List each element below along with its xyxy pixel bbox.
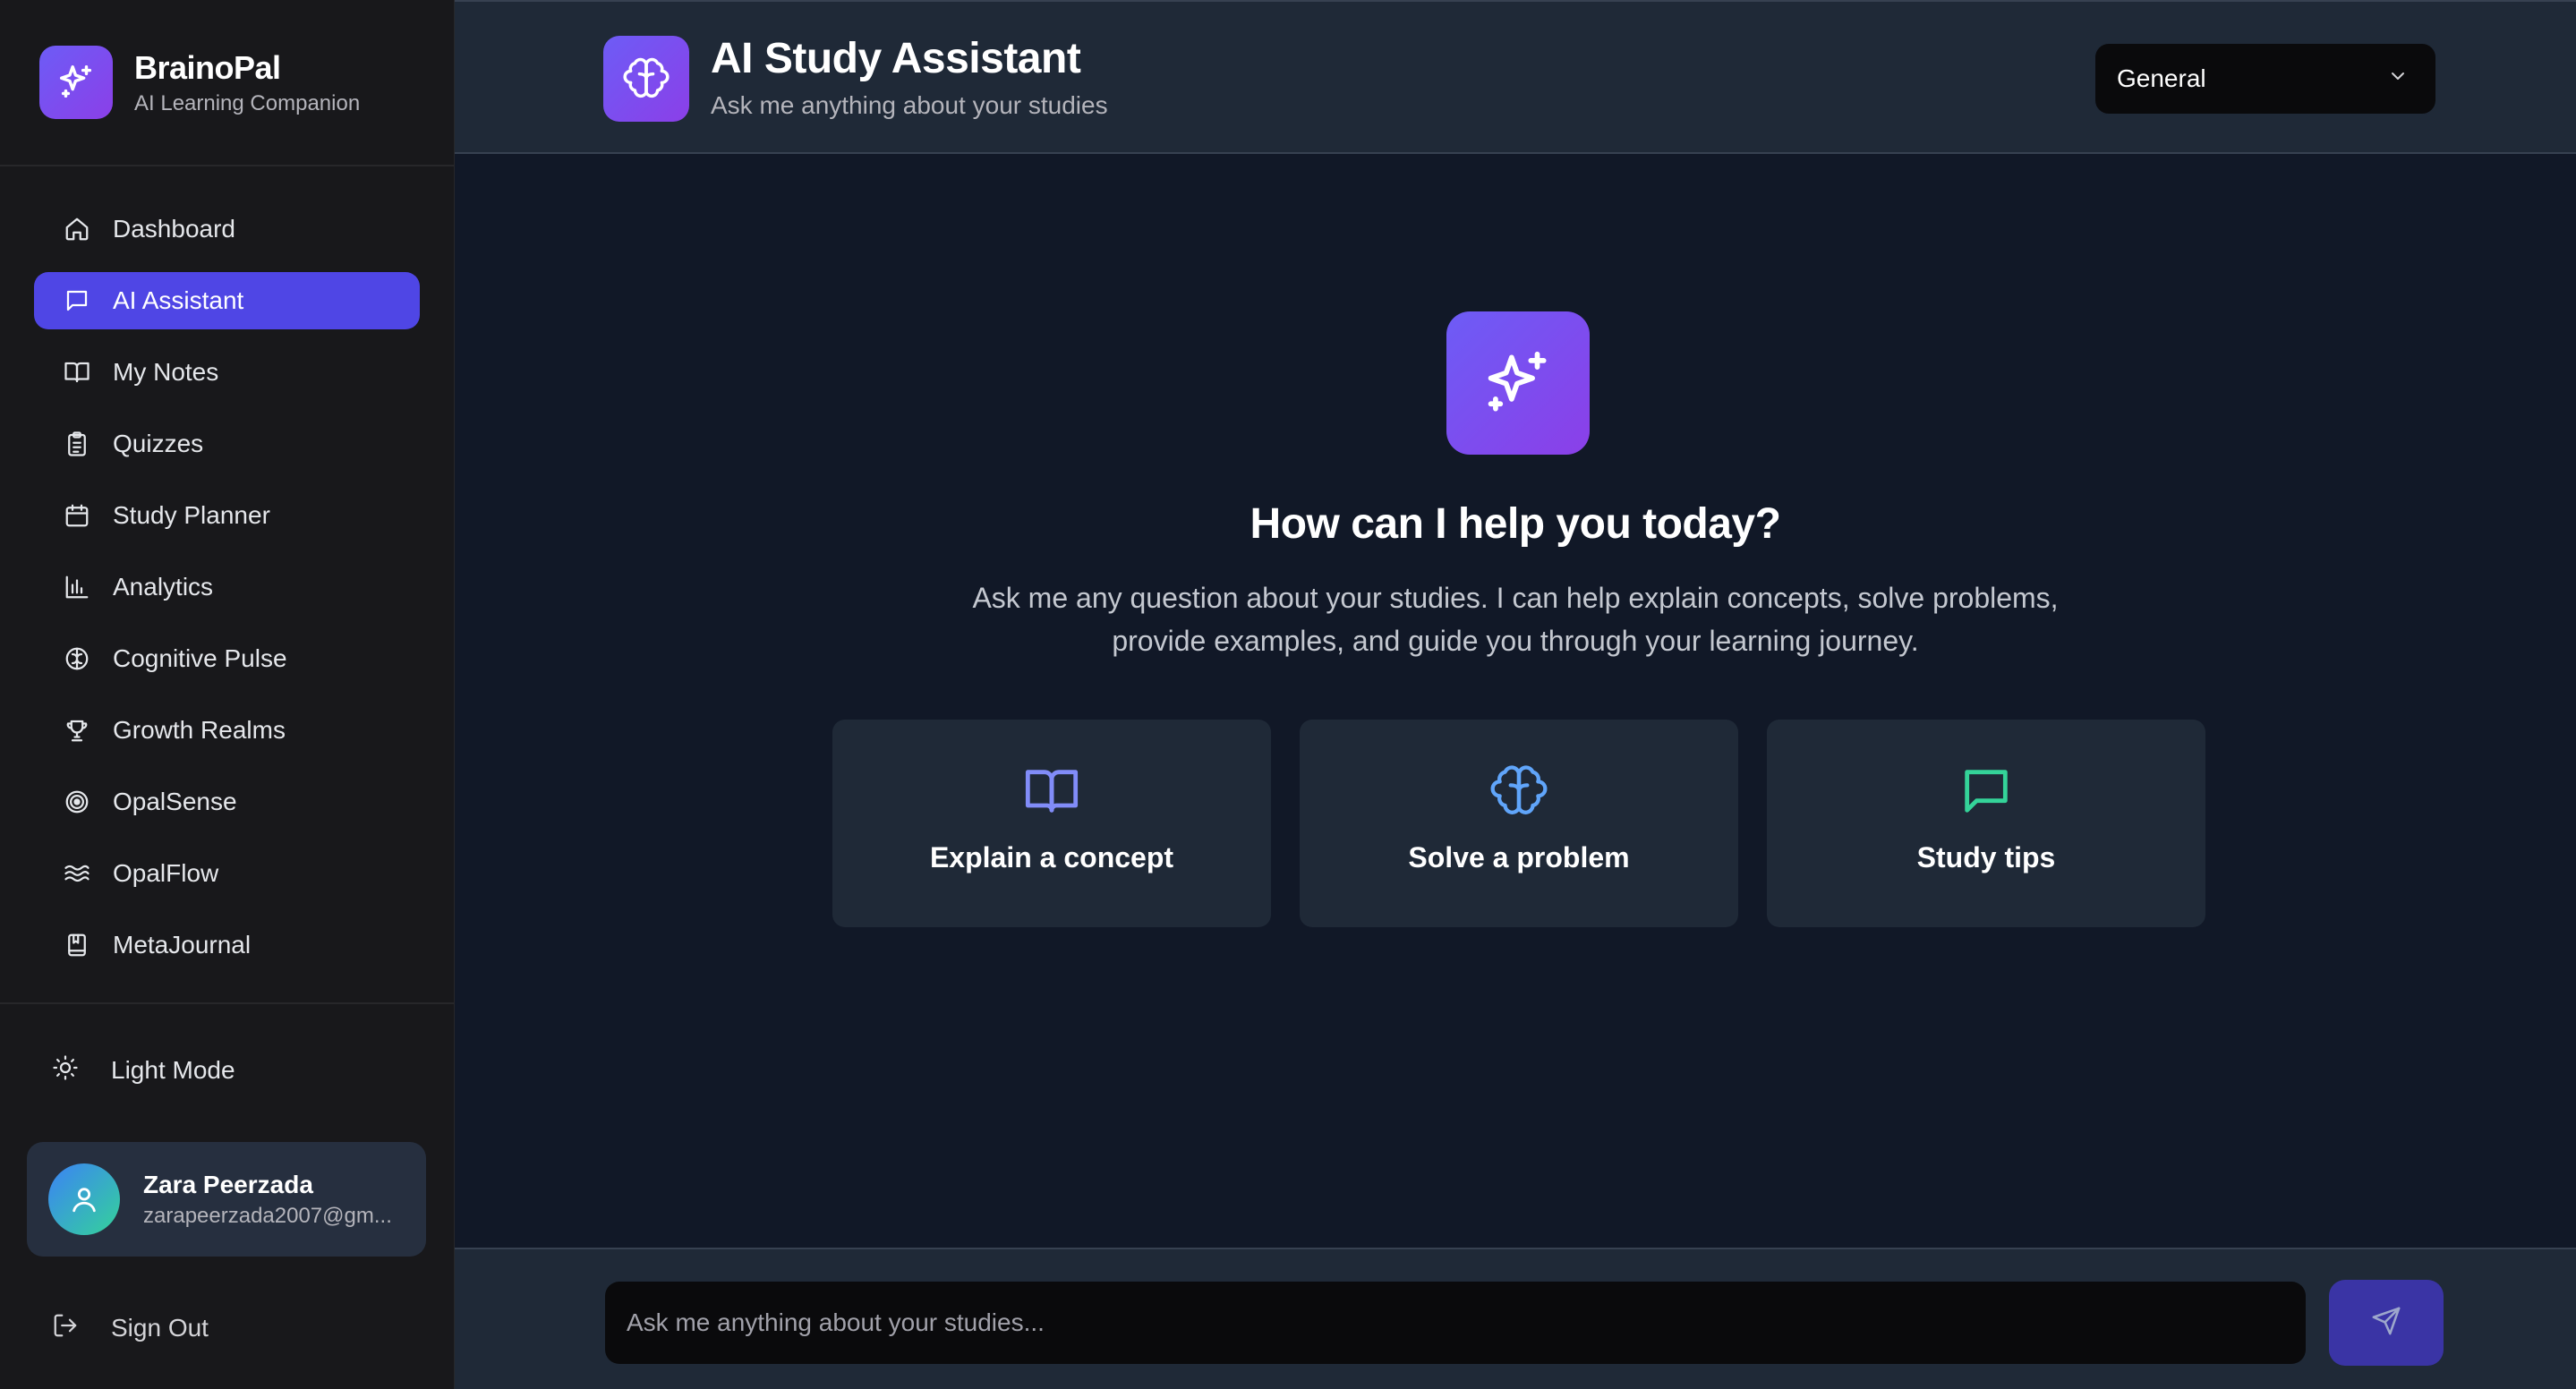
sidebar-item-label: My Notes [113, 358, 219, 386]
chat-composer [455, 1248, 2576, 1389]
sidebar-item-label: Quizzes [113, 430, 204, 457]
brain-icon [603, 36, 689, 122]
header-bar: AI Study Assistant Ask me anything about… [455, 0, 2576, 154]
sidebar-item-metajournal[interactable]: MetaJournal [34, 916, 420, 974]
waves-icon [61, 857, 93, 890]
sidebar-item-opalsense[interactable]: OpalSense [34, 773, 420, 831]
light-mode-label: Light Mode [111, 1056, 235, 1084]
sidebar-item-label: AI Assistant [113, 286, 244, 314]
sidebar-item-study-planner[interactable]: Study Planner [34, 487, 420, 544]
sidebar: BrainoPal AI Learning Companion Dashboar… [0, 0, 455, 1389]
send-icon [2371, 1306, 2401, 1341]
sun-icon [52, 1054, 79, 1087]
solve-problem-card[interactable]: Solve a problem [1300, 720, 1738, 927]
sidebar-item-quizzes[interactable]: Quizzes [34, 415, 420, 473]
explain-concept-label: Explain a concept [929, 841, 1174, 873]
brain-icon [61, 643, 93, 675]
sidebar-item-label: Cognitive Pulse [113, 644, 287, 672]
sidebar-item-growth-realms[interactable]: Growth Realms [34, 702, 420, 759]
brand-name: BrainoPal [134, 49, 281, 86]
sidebar-item-dashboard[interactable]: Dashboard [34, 200, 420, 258]
sidebar-item-my-notes[interactable]: My Notes [34, 344, 420, 401]
bar-chart-icon [61, 571, 93, 603]
sidebar-item-opalflow[interactable]: OpalFlow [34, 845, 420, 902]
message-square-icon [1958, 763, 2015, 820]
sidebar-item-label: OpalSense [113, 788, 237, 815]
brand-header: BrainoPal AI Learning Companion [0, 0, 454, 166]
log-out-icon [52, 1312, 79, 1345]
explain-concept-card[interactable]: Explain a concept [832, 720, 1271, 927]
solve-problem-label: Solve a problem [1408, 841, 1630, 873]
page-title: AI Study Assistant [711, 35, 1081, 82]
brain-icon [1490, 763, 1548, 820]
clipboard-icon [61, 428, 93, 460]
sign-out-button[interactable]: Sign Out [52, 1300, 209, 1357]
main-content: AI Study Assistant Ask me anything about… [455, 0, 2576, 1389]
welcome-description-line-1: Ask me any question about your studies. … [972, 582, 2059, 614]
brand-subtitle: AI Learning Companion [134, 91, 361, 115]
book-open-icon [1023, 763, 1080, 820]
sidebar-item-label: MetaJournal [113, 931, 252, 959]
welcome-heading: How can I help you today? [1250, 500, 1781, 548]
sidebar-item-label: Study Planner [113, 501, 270, 529]
user-email: zarapeerzada2007@gm... [143, 1204, 392, 1228]
page-subtitle: Ask me anything about your studies [711, 91, 1108, 119]
user-profile-card[interactable]: Zara Peerzada zarapeerzada2007@gm... [27, 1142, 426, 1257]
sidebar-item-label: Growth Realms [113, 716, 286, 744]
subject-select-value: General [2117, 64, 2206, 92]
user-name: Zara Peerzada [143, 1171, 313, 1198]
sidebar-divider [0, 1002, 455, 1004]
sidebar-item-ai-assistant[interactable]: AI Assistant [34, 272, 420, 329]
avatar [48, 1163, 120, 1235]
light-mode-toggle[interactable]: Light Mode [52, 1042, 235, 1099]
sidebar-item-cognitive-pulse[interactable]: Cognitive Pulse [34, 630, 420, 687]
journal-icon [61, 929, 93, 961]
app-root: BrainoPal AI Learning Companion Dashboar… [0, 0, 2576, 1389]
quick-actions: Explain a concept Solve a problem Study … [832, 720, 2205, 927]
sidebar-item-label: OpalFlow [113, 859, 219, 887]
welcome-description: Ask me any question about your studies. … [455, 576, 2576, 662]
subject-select[interactable]: General [2094, 43, 2436, 115]
send-button[interactable] [2329, 1280, 2444, 1366]
home-icon [61, 213, 93, 245]
chat-input[interactable] [605, 1282, 2306, 1364]
message-icon [61, 285, 93, 317]
sidebar-item-analytics[interactable]: Analytics [34, 558, 420, 616]
sparkles-icon [1446, 311, 1590, 455]
study-tips-label: Study tips [1916, 841, 2056, 873]
sidebar-item-label: Analytics [113, 573, 214, 601]
chevron-down-icon [2387, 64, 2409, 93]
trophy-icon [61, 714, 93, 746]
book-icon [61, 356, 93, 388]
calendar-icon [61, 499, 93, 532]
sidebar-nav: Dashboard AI Assistant My Notes Quizzes [0, 166, 454, 974]
sign-out-label: Sign Out [111, 1314, 209, 1342]
sidebar-item-label: Dashboard [113, 215, 235, 243]
welcome-description-line-2: provide examples, and guide you through … [1112, 625, 1919, 657]
study-tips-card[interactable]: Study tips [1767, 720, 2205, 927]
target-icon [61, 786, 93, 818]
sparkles-icon [39, 46, 113, 119]
